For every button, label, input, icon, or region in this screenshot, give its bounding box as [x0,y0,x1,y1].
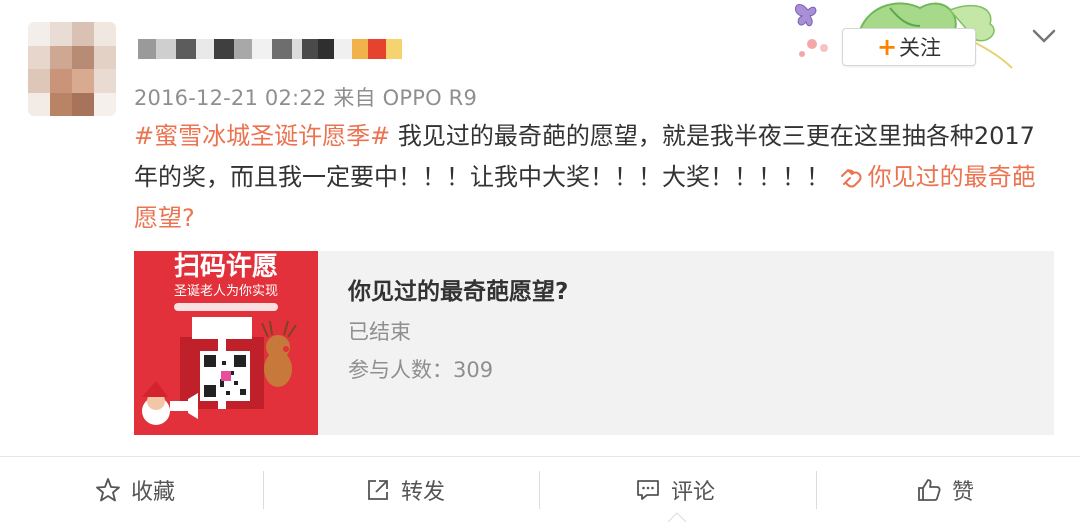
chevron-down-icon[interactable] [1030,26,1058,46]
butterfly-icon [795,4,817,27]
action-separator [816,471,817,509]
vote-card-image: 扫码许愿 圣诞老人为你实现 [134,251,318,435]
vote-card-status: 已结束 [348,320,411,344]
avatar[interactable] [28,22,116,116]
source-prefix: 来自 [333,86,376,110]
action-bar: 收藏 转发 评论 赞 [0,457,1080,522]
participants-count: 309 [453,358,494,382]
follow-button[interactable]: + 关注 [842,28,976,66]
vote-card-participants: 参与人数：309 [348,355,568,385]
vote-card[interactable]: 扫码许愿 圣诞老人为你实现 你见过的最奇葩愿望? 已结束 参与人数：309 [134,251,1054,435]
participants-label: 参与人数： [348,358,453,382]
vote-card-body: 你见过的最奇葩愿望? 已结束 参与人数：309 [318,251,568,435]
hashtag-link[interactable]: #蜜雪冰城圣诞许愿季# [134,122,390,150]
action-separator [539,471,540,509]
plus-icon: + [876,33,898,61]
link-icon [840,169,862,188]
favorite-button[interactable]: 收藏 [0,457,270,522]
star-icon [96,477,120,501]
thumbs-up-icon [918,478,941,501]
username-redacted[interactable] [138,36,402,62]
poster-title: 扫码许愿 [174,252,278,282]
forward-icon [368,479,388,500]
repost-button[interactable]: 转发 [270,457,540,522]
comment-indicator-notch [668,512,686,522]
like-label: 赞 [951,479,974,505]
favorite-label: 收藏 [130,479,175,505]
timestamp: 2016-12-21 02:22 [134,86,327,110]
source-device[interactable]: OPPO R9 [383,86,477,110]
post-meta: 2016-12-21 02:22 来自 OPPO R9 [134,82,477,112]
action-separator [263,471,264,509]
repost-label: 转发 [400,479,445,505]
like-button[interactable]: 赞 [810,457,1080,522]
poster-subtitle: 圣诞老人为你实现 [174,284,278,299]
christmas-poster-image: 扫码许愿 圣诞老人为你实现 [134,251,318,435]
comment-label: 评论 [670,479,715,505]
follow-label: 关注 [899,36,942,60]
comment-icon [637,479,659,500]
post-text: #蜜雪冰城圣诞许愿季# 我见过的最奇葩的愿望，就是我半夜三更在这里抽各种2017… [134,116,1054,239]
vote-card-title: 你见过的最奇葩愿望? [348,279,569,305]
